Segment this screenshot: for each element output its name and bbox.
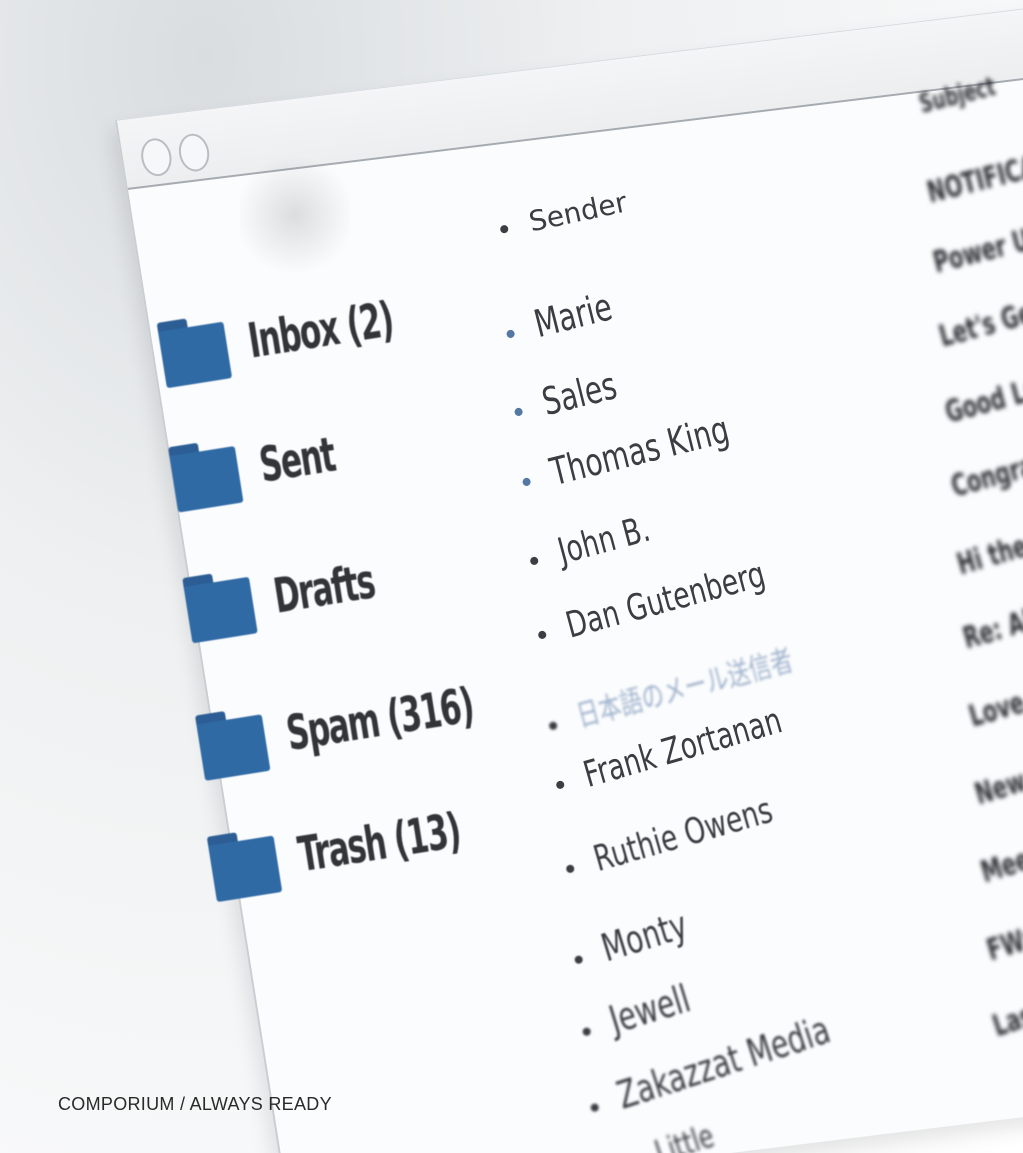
minimize-window-button[interactable] <box>176 131 212 174</box>
bullet-icon <box>573 954 584 965</box>
bullet-icon <box>521 476 532 487</box>
bullet-icon <box>529 556 540 566</box>
folder-label: Sent <box>255 426 339 494</box>
bullet-icon <box>499 224 509 234</box>
bullet-icon <box>589 1102 600 1113</box>
bullet-icon <box>565 863 576 874</box>
close-window-button[interactable] <box>138 136 175 178</box>
folder-icon <box>168 437 244 513</box>
folder-label: Drafts <box>269 553 378 625</box>
bullet-icon <box>581 1026 592 1037</box>
folder-icon <box>182 568 258 644</box>
bullet-icon <box>505 328 516 339</box>
folder-icon <box>194 705 271 781</box>
bullet-icon <box>548 720 558 731</box>
bullet-icon <box>537 630 548 640</box>
folder-icon <box>206 827 283 903</box>
folder-icon <box>156 313 233 389</box>
bullet-icon <box>555 779 566 790</box>
bullet-icon <box>513 406 524 417</box>
photo-scene: Inbox (2) Sent Drafts Spam (316) Trash (… <box>0 0 1023 1153</box>
caption: COMPORIUM / ALWAYS READY <box>58 1094 332 1114</box>
photo-grain <box>240 150 350 280</box>
